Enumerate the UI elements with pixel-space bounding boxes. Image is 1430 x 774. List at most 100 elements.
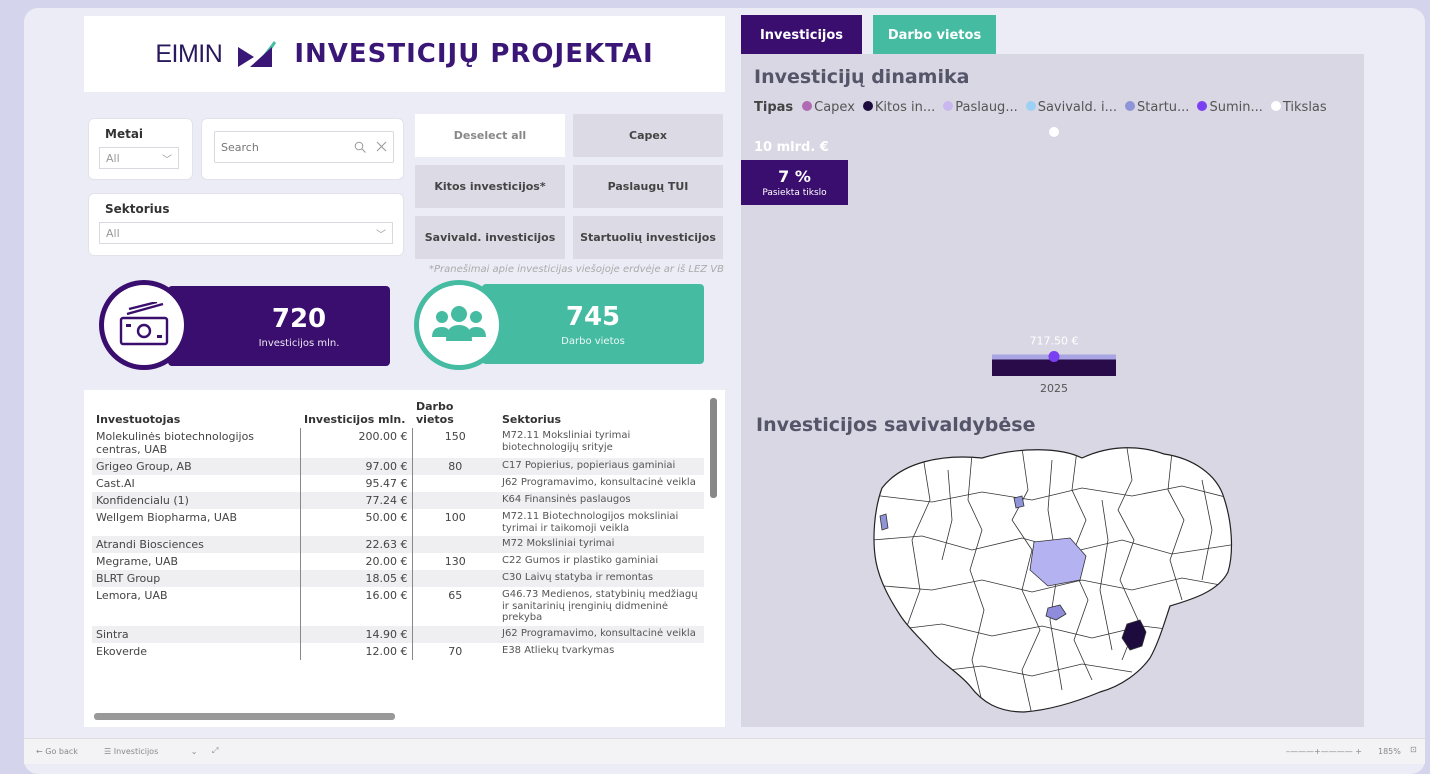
table-vertical-scrollbar[interactable]: [710, 398, 717, 498]
cell-jobs: 130: [444, 555, 466, 568]
cell-sector: C17 Popierius, popieriaus gaminiai: [498, 458, 704, 475]
cell-investor: BLRT Group: [92, 570, 301, 587]
table-row[interactable]: Atrandi Biosciences 22.63 € M72 Moksliniai…: [92, 536, 704, 553]
cell-jobs: 150: [444, 430, 466, 443]
table-body: Molekulinės biotechnologijos centras, UA…: [92, 428, 704, 660]
column-header-jobs[interactable]: Darbo vietos: [412, 398, 498, 428]
table-row[interactable]: Sintra 14.90 € J62 Programavimo, konsultac…: [92, 625, 704, 643]
cell-investor: Cast.AI: [92, 475, 301, 492]
chevron-down-icon: ﹀: [376, 229, 386, 241]
cell-jobs: 100: [444, 511, 466, 524]
bar-data-label: 717.50 €: [1030, 334, 1079, 347]
eimin-logo-icon: [238, 41, 277, 67]
cell-jobs: [412, 475, 498, 492]
table-row[interactable]: Wellgem Biopharma, UAB 50.00 € 100 M72.11 B…: [92, 509, 704, 536]
cell-jobs: [412, 570, 498, 587]
column-header-sector[interactable]: Sektorius: [498, 398, 704, 428]
people-icon-circle: [414, 280, 504, 370]
other-investments-button[interactable]: Kitos investicijos*: [415, 165, 565, 208]
money-icon: [119, 302, 169, 346]
cell-investor: Lemora, UAB: [92, 587, 301, 626]
cell-investor: Atrandi Biosciences: [92, 536, 301, 553]
search-input[interactable]: Search: [214, 131, 394, 163]
cell-investment: 22.63 €: [300, 536, 413, 553]
dynamics-title: Investicijų dinamika: [754, 66, 970, 88]
cell-investment: 14.90 €: [300, 625, 413, 643]
year-slicer: Metai All ﹀: [88, 118, 193, 180]
cell-sector: C22 Gumos ir plastiko gaminiai: [502, 555, 659, 566]
jobs-kpi-value: 745: [565, 301, 621, 332]
cell-investor: Konfidencialu (1): [92, 492, 301, 509]
table-row[interactable]: Cast.AI 95.47 € J62 Programavimo, konsulta…: [92, 475, 704, 492]
cell-jobs: 80: [412, 458, 498, 475]
expand-icon[interactable]: ⤢: [212, 746, 218, 756]
year-label: Metai: [105, 127, 144, 141]
cell-investment: 200.00 €: [300, 428, 413, 458]
column-header-investment[interactable]: Investicijos mln.: [300, 398, 412, 428]
cell-investment: 16.00 €: [300, 587, 413, 626]
money-icon-circle: [99, 280, 189, 370]
page-selector[interactable]: ☰ Investicijos ⌄: [104, 747, 198, 756]
cell-investor: Grigeo Group, AB: [92, 458, 301, 475]
radviliskis-region: [1013, 495, 1025, 509]
capex-button[interactable]: Capex: [573, 114, 723, 157]
table-horizontal-scrollbar[interactable]: [94, 713, 395, 720]
target-point-2025: [1049, 127, 1059, 137]
sector-label: Sektorius: [105, 202, 170, 216]
map-title: Investicijos savivaldybėse: [756, 414, 1036, 436]
column-header-investor[interactable]: Investuotojas: [92, 398, 300, 428]
municipal-investments-button[interactable]: Savivald. investicijos: [415, 216, 565, 259]
deselect-all-button[interactable]: Deselect all: [415, 114, 565, 157]
close-icon[interactable]: [376, 141, 387, 152]
investment-kpi-card: 720 Investicijos mln.: [168, 286, 390, 366]
startup-investments-button[interactable]: Startuolių investicijos: [573, 216, 723, 259]
cell-sector: E38 Atliekų tvarkymas: [502, 644, 615, 656]
investment-kpi-value: 720: [271, 303, 327, 334]
jobs-kpi-card: 745 Darbo vietos: [482, 284, 704, 364]
services-button[interactable]: Paslaugų TUI: [573, 165, 723, 208]
cell-jobs: 70: [448, 644, 463, 658]
fit-page-icon[interactable]: ⊡: [1410, 745, 1417, 754]
sector-dropdown[interactable]: All ﹀: [99, 222, 393, 244]
table-row[interactable]: Lemora, UAB 16.00 € 65 G46.73 Medienos, sta…: [92, 587, 704, 626]
cell-sector: M72.11 Moksliniai tyrimai biotechnologij…: [502, 430, 631, 453]
lithuania-municipality-map: [873, 447, 1233, 713]
x-tick-label: 2025: [1040, 382, 1068, 395]
table-row[interactable]: BLRT Group 18.05 € C30 Laivų statyba ir re…: [92, 570, 704, 587]
sum-point-2025: [1048, 350, 1060, 362]
cell-investor: Megrame, UAB: [92, 553, 301, 570]
cell-jobs: 65: [448, 589, 463, 602]
cell-sector: J62 Programavimo, konsultacinė veikla: [498, 625, 704, 643]
people-icon: [432, 306, 486, 341]
go-back-button[interactable]: ← Go back: [36, 747, 78, 756]
zoom-slider[interactable]: –———+———— +: [1286, 747, 1362, 756]
table-row[interactable]: Ekoverde 12.00 € 70 E38 Atliekų tvarkymas: [92, 642, 704, 660]
table-row[interactable]: Molekulinės biotechnologijos centras, UA…: [92, 428, 704, 458]
cell-sector: M72 Moksliniai tyrimai: [498, 536, 704, 553]
cell-jobs: [412, 625, 498, 643]
footnote: *Pranešimai apie investicijas viešojoje …: [428, 264, 724, 275]
page-selector-label: Investicijos: [113, 747, 159, 756]
cell-sector: J62 Programavimo, konsultacinė veikla: [502, 477, 696, 488]
table-row[interactable]: Megrame, UAB 20.00 € 130 C22 Gumos ir plast…: [92, 553, 704, 570]
sector-slicer: Sektorius All ﹀: [88, 193, 404, 256]
tab-investments[interactable]: Investicijos: [741, 15, 862, 55]
bottom-toolbar: ← Go back ☰ Investicijos ⌄ ⤢ –———+———— +…: [24, 738, 1425, 764]
zoom-level: 185%: [1378, 747, 1401, 756]
cell-investor: Ekoverde: [92, 642, 301, 660]
table-row[interactable]: Grigeo Group, AB 97.00 €80 C17 Popierius, …: [92, 458, 704, 475]
chevron-down-icon: ⌄: [190, 747, 198, 756]
year-dropdown[interactable]: All ﹀: [99, 147, 179, 169]
header-banner: EIMIN INVESTICIJŲ PROJEKTAI: [84, 16, 725, 92]
search-icon[interactable]: [354, 141, 366, 153]
cell-investor: Sintra: [92, 625, 301, 643]
cell-investment: 95.47 €: [300, 475, 413, 492]
cell-investor: Wellgem Biopharma, UAB: [92, 509, 301, 536]
tab-jobs[interactable]: Darbo vietos: [873, 15, 996, 55]
cell-investment: 50.00 €: [300, 509, 413, 536]
eimin-logo-text: EIMIN: [155, 39, 223, 68]
cell-investment: 18.05 €: [300, 570, 413, 587]
cell-sector: M72.11 Biotechnologijos moksliniai tyrim…: [502, 511, 679, 534]
cell-sector: G46.73 Medienos, statybinių medžiagų ir …: [502, 589, 698, 623]
table-row[interactable]: Konfidencialu (1) 77.24 € K64 Finansinės p…: [92, 492, 704, 509]
